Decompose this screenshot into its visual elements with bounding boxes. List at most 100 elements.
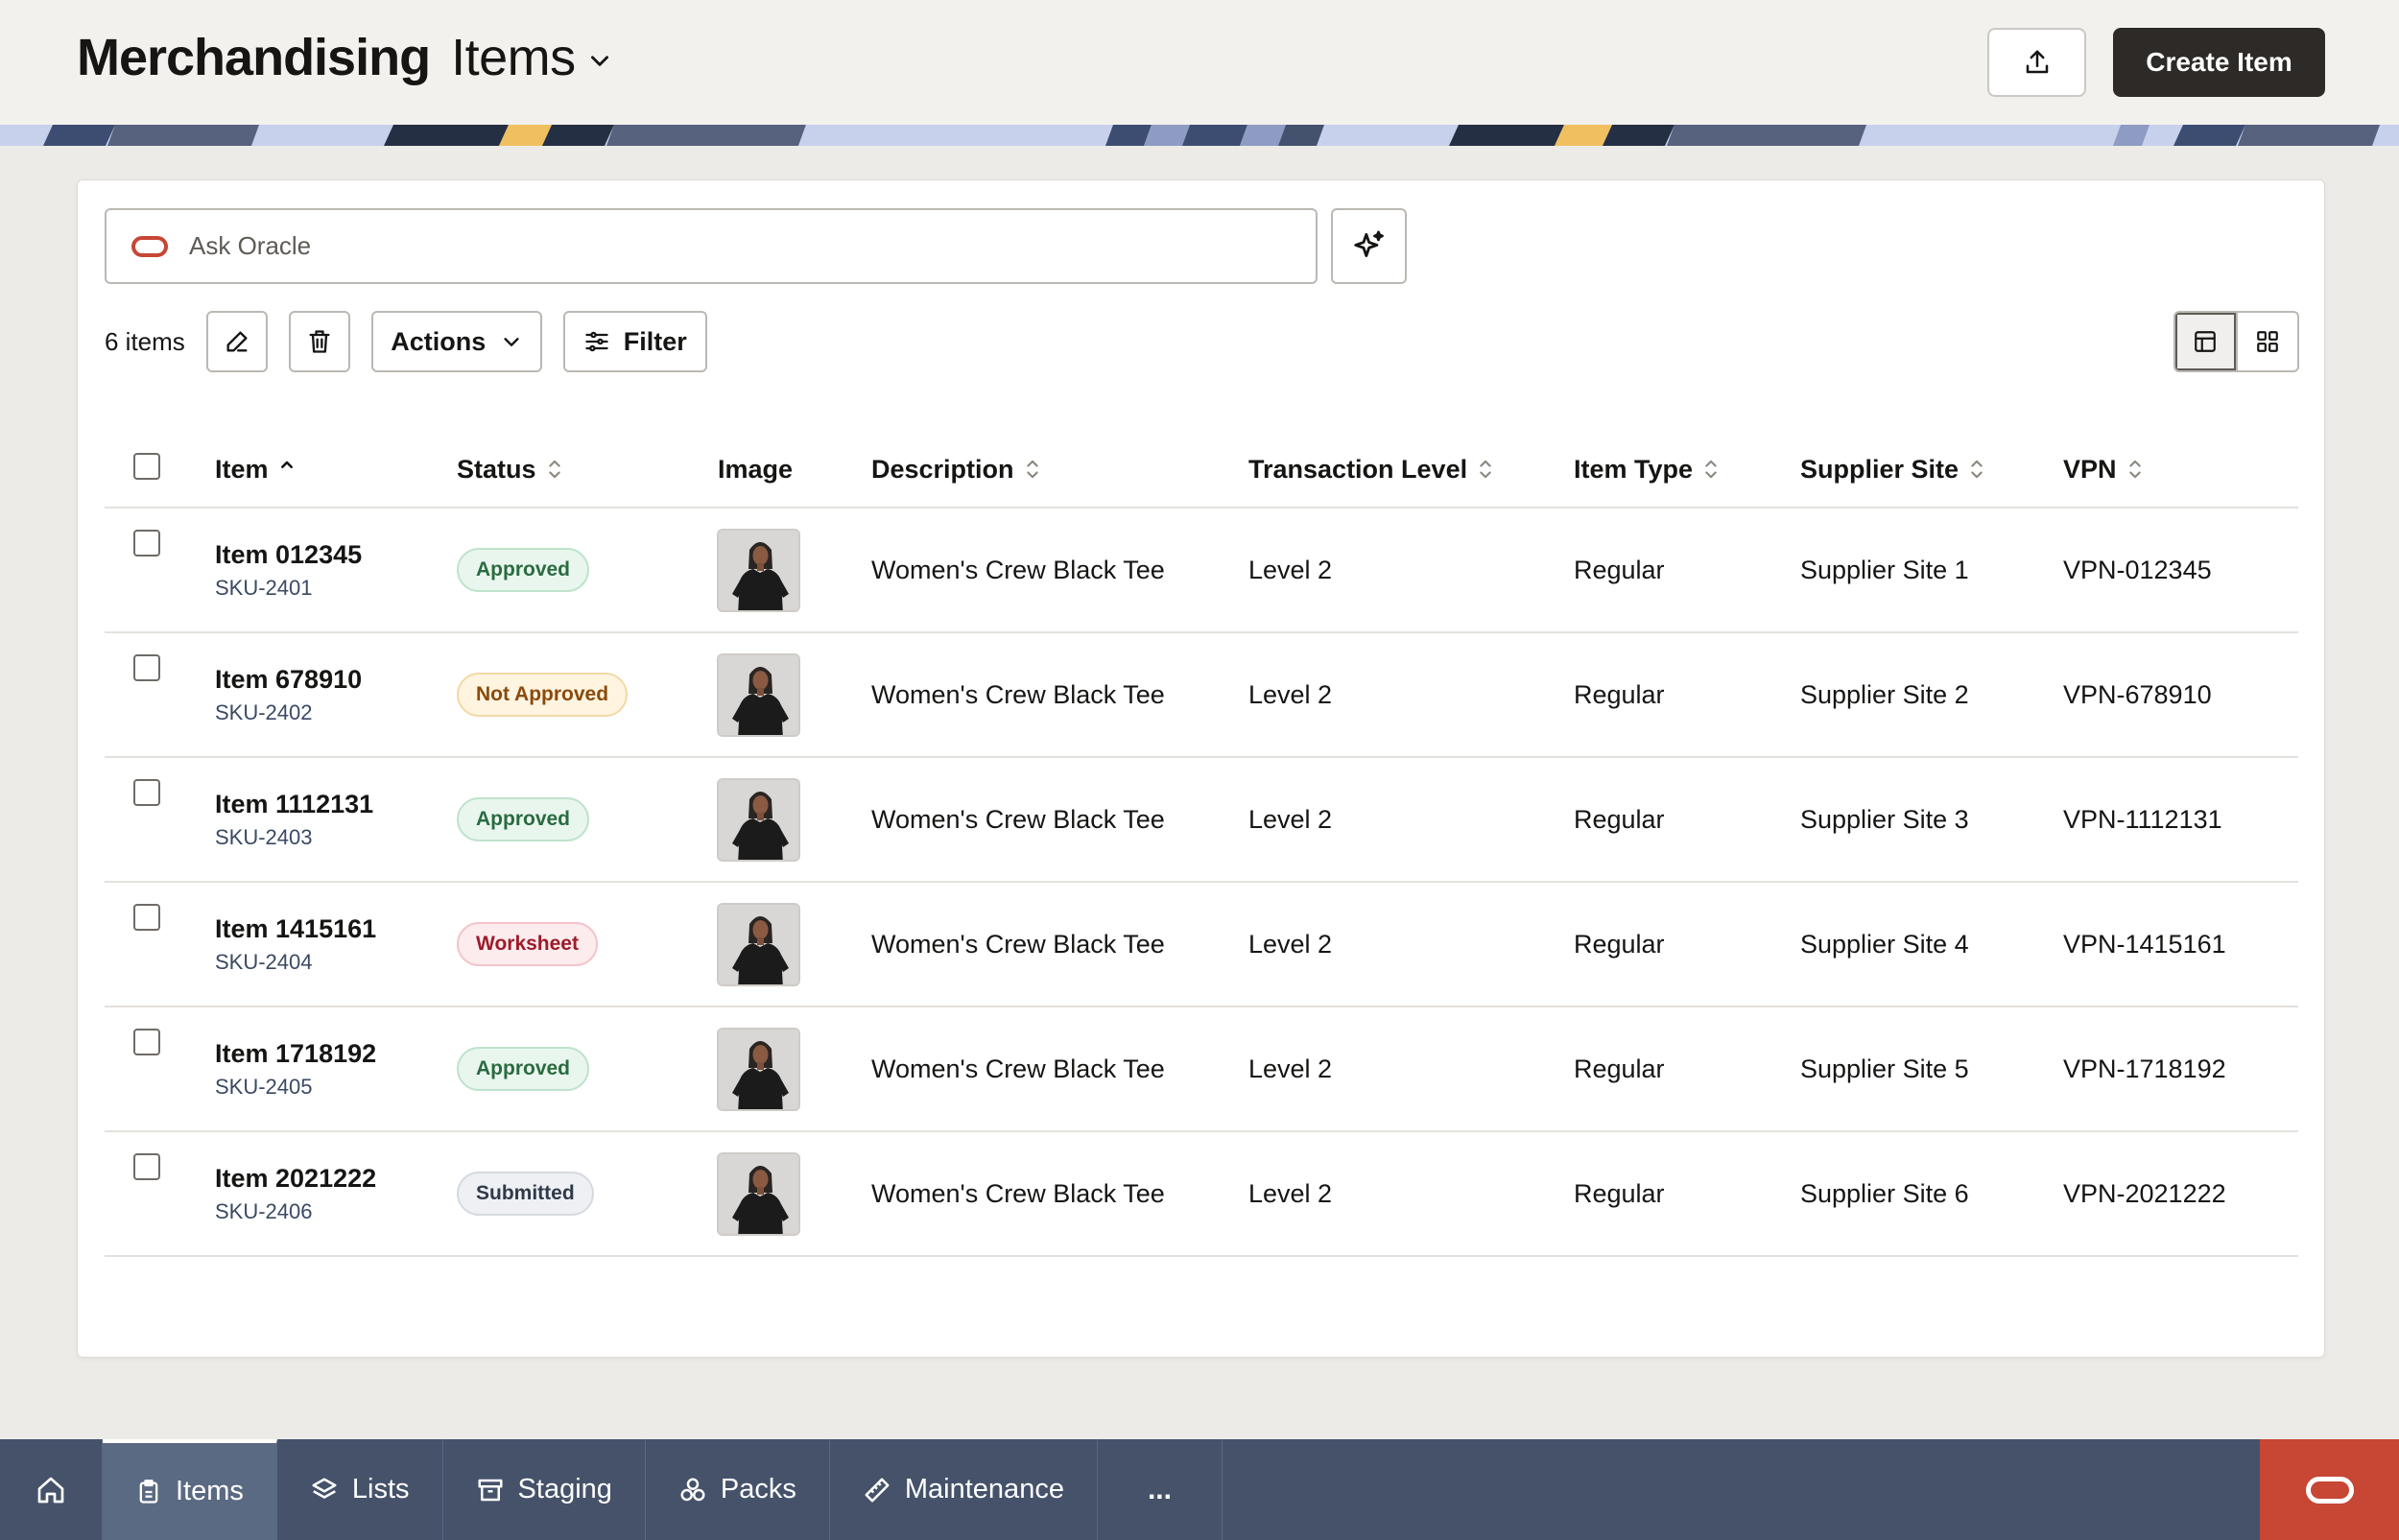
column-header-image: Image xyxy=(718,432,793,507)
oracle-logo-icon xyxy=(2305,1476,2354,1504)
ruler-icon xyxy=(865,1478,890,1502)
sort-icon xyxy=(1705,460,1717,479)
row-checkbox[interactable] xyxy=(133,779,160,806)
product-thumbnail[interactable] xyxy=(717,528,800,612)
transaction-level-cell: Level 2 xyxy=(1248,804,1333,834)
more-menu-button[interactable]: ... xyxy=(1098,1439,1223,1540)
column-label: Item xyxy=(215,454,269,484)
item-name[interactable]: Item 012345 xyxy=(215,540,362,570)
column-header-status[interactable]: Status xyxy=(457,432,561,507)
item-sku: SKU-2405 xyxy=(215,1074,313,1099)
column-label: VPN xyxy=(2063,454,2117,484)
item-cell: Item 678910 SKU-2402 xyxy=(215,633,362,756)
description-cell: Women's Crew Black Tee xyxy=(871,1178,1165,1208)
status-badge: Submitted xyxy=(457,1172,594,1216)
oracle-logo-icon xyxy=(131,235,168,257)
image-cell xyxy=(717,1007,800,1130)
column-label: Item Type xyxy=(1574,454,1694,484)
table-row[interactable]: Item 1112131 SKU-2403 Approved Women's C… xyxy=(105,758,2298,883)
row-checkbox[interactable] xyxy=(133,654,160,681)
create-item-button[interactable]: Create Item xyxy=(2113,28,2325,97)
nav-item-packs[interactable]: Packs xyxy=(646,1439,830,1540)
sort-icon xyxy=(1971,460,1983,479)
column-label: Supplier Site xyxy=(1800,454,1960,484)
table-toolbar: 6 items Actions Filter xyxy=(105,311,707,372)
nav-item-staging[interactable]: Staging xyxy=(443,1439,646,1540)
column-label: Status xyxy=(457,454,536,484)
nav-label: Items xyxy=(176,1476,244,1506)
actions-dropdown[interactable]: Actions xyxy=(370,311,542,372)
table-row[interactable]: Item 012345 SKU-2401 Approved Women's Cr… xyxy=(105,509,2298,633)
column-header-description[interactable]: Description xyxy=(871,432,1039,507)
status-cell: Submitted xyxy=(457,1132,594,1255)
filter-button[interactable]: Filter xyxy=(562,311,707,372)
sliders-icon xyxy=(585,331,608,352)
item-name[interactable]: Item 1415161 xyxy=(215,914,376,944)
sort-icon xyxy=(2128,460,2141,479)
column-header-transaction-level[interactable]: Transaction Level xyxy=(1248,432,1492,507)
table-row[interactable]: Item 1415161 SKU-2404 Worksheet Women's … xyxy=(105,883,2298,1007)
item-name[interactable]: Item 1718192 xyxy=(215,1039,376,1069)
nav-item-items[interactable]: Items xyxy=(103,1439,277,1540)
product-photo xyxy=(719,904,798,984)
row-checkbox[interactable] xyxy=(133,904,160,931)
product-thumbnail[interactable] xyxy=(717,1151,800,1236)
select-all-checkbox[interactable] xyxy=(133,453,160,480)
trash-icon xyxy=(309,330,330,353)
column-header-item-type[interactable]: Item Type xyxy=(1574,432,1718,507)
table-row[interactable]: Item 1718192 SKU-2405 Approved Women's C… xyxy=(105,1007,2298,1132)
column-label: Image xyxy=(718,454,794,484)
item-count: 6 items xyxy=(105,326,185,356)
home-button[interactable] xyxy=(0,1439,103,1540)
vpn-cell: VPN-1415161 xyxy=(2063,929,2226,959)
page-title: Items xyxy=(451,29,576,86)
item-cell: Item 1718192 SKU-2405 xyxy=(215,1007,376,1130)
product-thumbnail[interactable] xyxy=(717,777,800,862)
status-badge: Approved xyxy=(457,1047,590,1091)
sort-ascending-icon xyxy=(280,461,293,468)
transaction-level-cell: Level 2 xyxy=(1248,1054,1333,1083)
row-checkbox[interactable] xyxy=(133,1029,160,1055)
item-name[interactable]: Item 1112131 xyxy=(215,790,373,819)
product-photo xyxy=(719,1029,798,1109)
view-toggle xyxy=(2173,311,2299,372)
chevron-down-icon xyxy=(590,56,608,66)
product-thumbnail[interactable] xyxy=(717,1027,800,1111)
sort-icon xyxy=(1480,460,1491,479)
product-thumbnail[interactable] xyxy=(717,652,800,737)
table-view-icon xyxy=(2195,331,2217,352)
items-table: Item Status Image Description Transactio… xyxy=(105,432,2298,1257)
item-cell: Item 2021222 SKU-2406 xyxy=(215,1132,376,1255)
row-checkbox[interactable] xyxy=(133,1153,160,1180)
vpn-cell: VPN-678910 xyxy=(2063,679,2212,709)
ask-oracle-box[interactable] xyxy=(105,208,1318,284)
page-switcher[interactable]: Items xyxy=(451,28,612,87)
column-header-vpn[interactable]: VPN xyxy=(2063,432,2142,507)
edit-button[interactable] xyxy=(205,311,268,372)
oracle-assistant-button[interactable] xyxy=(2260,1439,2399,1540)
column-header-item[interactable]: Item xyxy=(215,432,294,507)
row-checkbox[interactable] xyxy=(133,530,160,557)
item-type-cell: Regular xyxy=(1574,1178,1665,1208)
vpn-cell: VPN-2021222 xyxy=(2063,1178,2226,1208)
export-button[interactable] xyxy=(1987,28,2086,97)
item-name[interactable]: Item 2021222 xyxy=(215,1164,376,1194)
column-header-supplier-site[interactable]: Supplier Site xyxy=(1800,432,1983,507)
delete-button[interactable] xyxy=(288,311,350,372)
item-name[interactable]: Item 678910 xyxy=(215,665,362,695)
nav-item-maintenance[interactable]: Maintenance xyxy=(830,1439,1098,1540)
table-view-button[interactable] xyxy=(2175,313,2238,370)
status-badge: Approved xyxy=(457,797,590,841)
status-cell: Approved xyxy=(457,1007,590,1130)
ask-oracle-input[interactable] xyxy=(189,231,1149,261)
grid-view-button[interactable] xyxy=(2238,313,2298,370)
vpn-cell: VPN-1112131 xyxy=(2063,804,2222,834)
description-cell: Women's Crew Black Tee xyxy=(871,679,1165,709)
nav-item-lists[interactable]: Lists xyxy=(277,1439,443,1540)
table-row[interactable]: Item 678910 SKU-2402 Not Approved Women'… xyxy=(105,633,2298,758)
table-row[interactable]: Item 2021222 SKU-2406 Submitted Women's … xyxy=(105,1132,2298,1257)
actions-label: Actions xyxy=(391,326,487,356)
status-cell: Approved xyxy=(457,758,590,881)
product-thumbnail[interactable] xyxy=(717,902,800,986)
ai-sparkle-button[interactable] xyxy=(1331,208,1407,284)
